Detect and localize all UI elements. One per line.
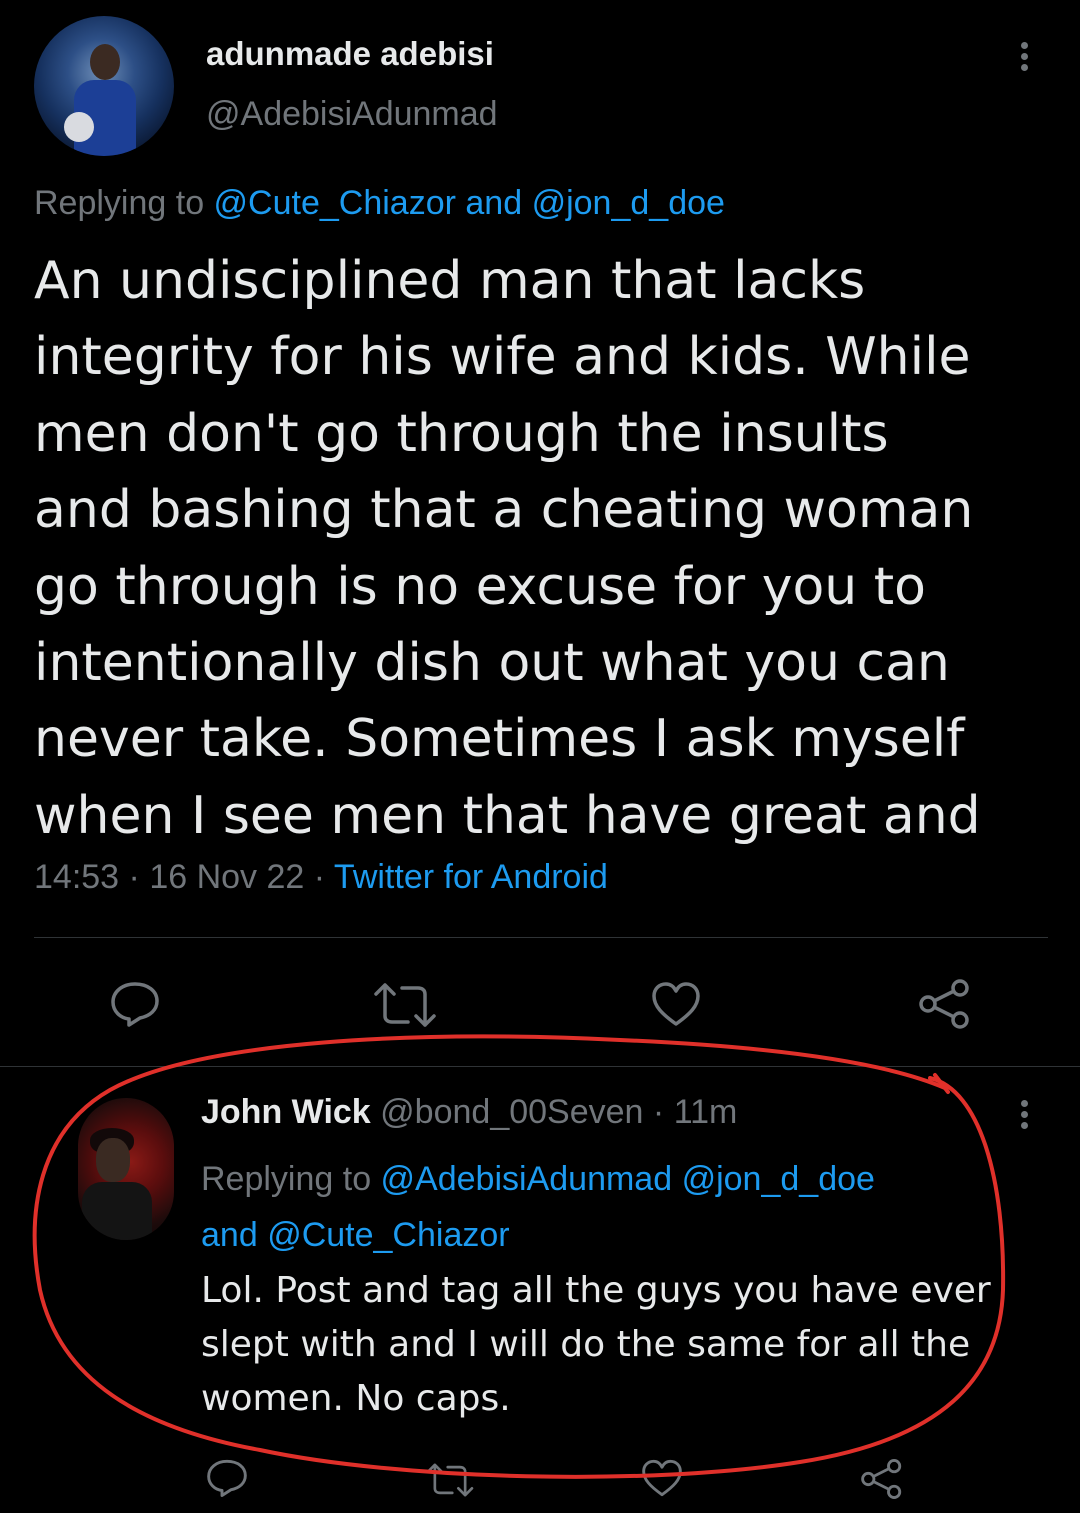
avatar[interactable] bbox=[34, 16, 174, 156]
mention-link[interactable]: @Cute_Chiazor bbox=[214, 184, 456, 222]
retweet-icon[interactable] bbox=[372, 982, 438, 1028]
avatar[interactable] bbox=[78, 1098, 174, 1240]
tweet-date: 16 Nov 22 bbox=[149, 858, 305, 896]
mention-link[interactable]: @AdebisiAdunmad bbox=[381, 1160, 673, 1198]
replying-prefix: Replying to bbox=[201, 1160, 381, 1198]
reply-text: Lol. Post and tag all the guys you have … bbox=[201, 1264, 1061, 1426]
reply-text-line: slept with and I will do the same for al… bbox=[201, 1324, 971, 1365]
reply-text-line: Lol. Post and tag all the guys you have … bbox=[201, 1270, 991, 1311]
replying-prefix: Replying to bbox=[34, 184, 214, 222]
reply-author-handle[interactable]: @bond_00Seven bbox=[380, 1093, 643, 1131]
reply-author-line: John Wick @bond_00Seven · 11m bbox=[201, 1093, 737, 1132]
tweet-time: 14:53 bbox=[34, 858, 120, 896]
divider bbox=[34, 937, 1048, 938]
avatar-ball bbox=[64, 112, 94, 142]
more-vertical-icon[interactable] bbox=[1021, 1096, 1031, 1133]
replying-and: and bbox=[455, 184, 532, 222]
replying-to: Replying to @AdebisiAdunmad @jon_d_doe a… bbox=[201, 1151, 1031, 1263]
reply-icon[interactable] bbox=[109, 980, 161, 1028]
meta-separator: · bbox=[643, 1093, 674, 1131]
heart-icon[interactable] bbox=[650, 980, 702, 1028]
tweet-meta: 14:53 · 16 Nov 22 · Twitter for Android bbox=[34, 858, 608, 897]
divider bbox=[0, 1066, 1080, 1067]
reply-icon[interactable] bbox=[205, 1458, 249, 1498]
reply-author-name[interactable]: John Wick bbox=[201, 1093, 371, 1131]
more-vertical-icon[interactable] bbox=[1021, 38, 1031, 75]
tweet-text: An undisciplined man that lacks integrit… bbox=[34, 251, 981, 846]
share-icon[interactable] bbox=[918, 978, 972, 1030]
reply-age: 11m bbox=[673, 1093, 738, 1131]
mention-link[interactable]: @jon_d_doe bbox=[682, 1160, 875, 1198]
avatar-head bbox=[90, 44, 120, 80]
retweet-icon[interactable] bbox=[425, 1462, 475, 1498]
replying-and: and bbox=[201, 1216, 268, 1254]
mention-link[interactable]: @jon_d_doe bbox=[532, 184, 725, 222]
mention-link[interactable]: @Cute_Chiazor bbox=[267, 1216, 509, 1254]
meta-separator: · bbox=[304, 858, 334, 896]
author-handle[interactable]: @AdebisiAdunmad bbox=[206, 95, 498, 134]
replying-to: Replying to @Cute_Chiazor and @jon_d_doe bbox=[34, 184, 725, 223]
reply-text-line: women. No caps. bbox=[201, 1378, 511, 1419]
heart-icon[interactable] bbox=[640, 1458, 684, 1498]
tweet-source-link[interactable]: Twitter for Android bbox=[334, 858, 608, 896]
share-icon[interactable] bbox=[860, 1458, 904, 1500]
avatar-coat bbox=[82, 1182, 152, 1240]
avatar-face bbox=[96, 1138, 130, 1182]
author-name[interactable]: adunmade adebisi bbox=[206, 35, 494, 73]
meta-separator: · bbox=[119, 858, 150, 896]
